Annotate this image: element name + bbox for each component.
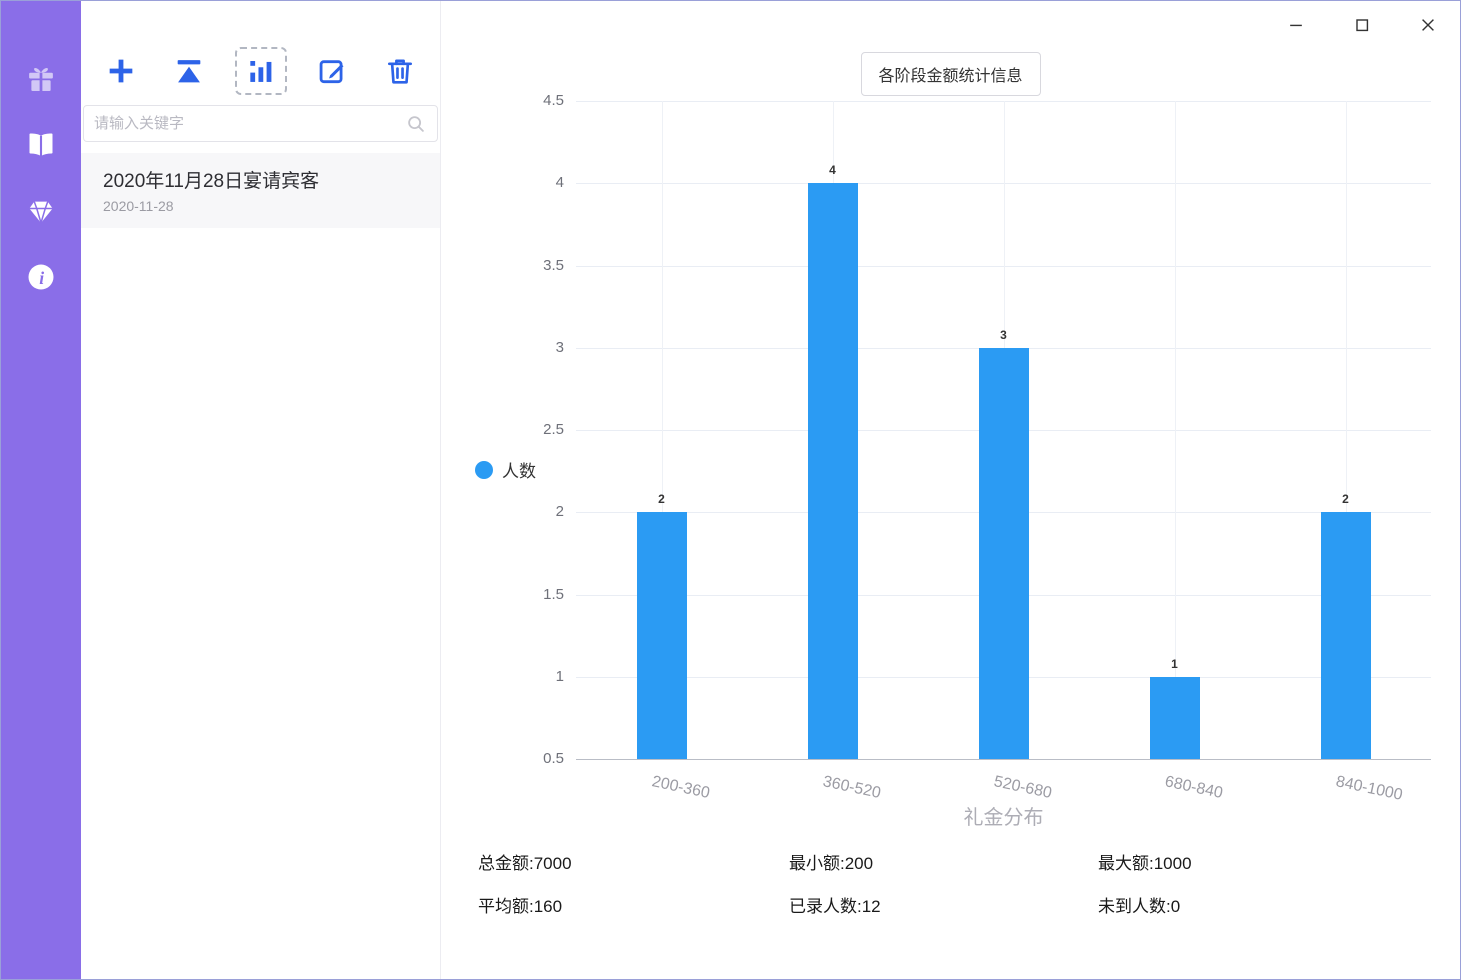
plus-icon: [105, 55, 137, 87]
x-axis-title: 礼金分布: [576, 801, 1431, 830]
bar[interactable]: [808, 183, 858, 759]
svg-text:i: i: [39, 268, 44, 288]
stat-item: 最大额:1000: [1098, 849, 1192, 874]
y-axis-tick-label: 2.5: [441, 421, 564, 438]
bar-value-label: 3: [979, 328, 1029, 342]
nav-rail: i: [1, 1, 81, 979]
bar[interactable]: [637, 512, 687, 759]
bar-value-label: 2: [1321, 492, 1371, 506]
y-axis-tick-label: 4: [441, 174, 564, 191]
list-item[interactable]: 2020年11月28日宴请宾客 2020-11-28: [81, 153, 440, 228]
record-title: 2020年11月28日宴请宾客: [103, 166, 424, 193]
stat-item: 最小额:200: [789, 849, 1098, 874]
delete-button[interactable]: [378, 49, 422, 93]
stats: 总金额:7000最小额:200最大额:1000 平均额:160已录人数:12未到人…: [478, 849, 1192, 917]
bar-value-label: 1: [1150, 657, 1200, 671]
minimize-icon: [1286, 15, 1306, 35]
maximize-icon: [1352, 15, 1372, 35]
legend-label: 人数: [502, 457, 536, 482]
y-axis-tick-label: 1: [441, 668, 564, 685]
search-icon: [405, 113, 427, 135]
y-axis-tick-label: 3.5: [441, 257, 564, 274]
record-panel: 2020年11月28日宴请宾客 2020-11-28: [81, 1, 441, 979]
stat-item: 总金额:7000: [478, 849, 789, 874]
edit-button[interactable]: [310, 49, 354, 93]
bar-chart-icon: [245, 55, 277, 87]
add-button[interactable]: [99, 49, 143, 93]
stat-item: 未到人数:0: [1098, 892, 1192, 917]
maximize-button[interactable]: [1344, 9, 1380, 41]
y-axis-tick-label: 2: [441, 503, 564, 520]
stat-item: 已录人数:12: [789, 892, 1098, 917]
stat-item: 平均额:160: [478, 892, 789, 917]
mountain-icon: [173, 55, 205, 87]
gift-icon[interactable]: [25, 63, 57, 95]
panel-toolbar: [99, 45, 422, 97]
window-controls: [1278, 9, 1446, 41]
close-icon: [1418, 15, 1438, 35]
book-icon[interactable]: [25, 129, 57, 161]
y-axis-tick-label: 0.5: [441, 750, 564, 767]
bar[interactable]: [979, 348, 1029, 759]
x-axis-tick-label: 520-680: [992, 773, 1053, 803]
record-list: 2020年11月28日宴请宾客 2020-11-28: [81, 153, 440, 228]
trash-icon: [384, 55, 416, 87]
legend-item[interactable]: 人数: [475, 457, 536, 482]
bar[interactable]: [1321, 512, 1371, 759]
bar-chart: 0.5 1 1.5 2 2.5 3 3.5 4 4.5 2 200-360 4 360-520 3 520-…: [441, 1, 1460, 979]
x-axis-tick-label: 360-520: [821, 773, 882, 803]
info-icon[interactable]: i: [25, 261, 57, 293]
chart-button[interactable]: [235, 47, 287, 95]
edit-icon: [316, 55, 348, 87]
y-axis-tick-label: 1.5: [441, 586, 564, 603]
close-button[interactable]: [1410, 9, 1446, 41]
search-box: [83, 105, 438, 142]
y-axis-tick-label: 3: [441, 339, 564, 356]
bar-value-label: 4: [808, 163, 858, 177]
x-axis-tick-label: 200-360: [650, 773, 711, 803]
record-date: 2020-11-28: [103, 198, 424, 214]
bar[interactable]: [1150, 677, 1200, 759]
minimize-button[interactable]: [1278, 9, 1314, 41]
x-axis-tick-label: 680-840: [1163, 773, 1224, 803]
chart-area: 各阶段金额统计信息 0.511.522.533.544.52200-360436…: [441, 1, 1460, 979]
gem-icon[interactable]: [25, 195, 57, 227]
app-window: i: [0, 0, 1461, 980]
legend-swatch: [475, 461, 493, 479]
y-axis-tick-label: 4.5: [441, 92, 564, 109]
bar-value-label: 2: [637, 492, 687, 506]
h-gridline: [576, 759, 1431, 760]
import-button[interactable]: [167, 49, 211, 93]
search-input[interactable]: [94, 115, 405, 132]
